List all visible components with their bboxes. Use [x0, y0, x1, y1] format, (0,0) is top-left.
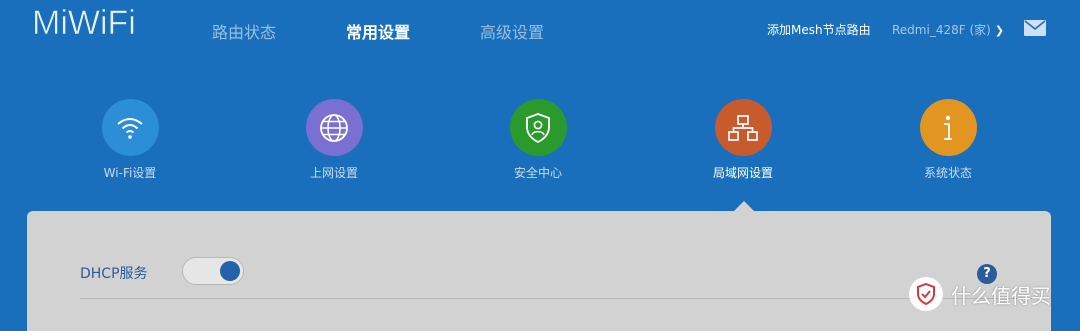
mail-icon[interactable]	[1024, 19, 1046, 37]
chevron-down-icon: ❯	[994, 24, 1005, 37]
module-lan-settings[interactable]: 局域网设置	[683, 99, 803, 181]
divider	[80, 298, 1051, 299]
toggle-knob	[220, 261, 240, 281]
module-label: 上网设置	[309, 166, 358, 180]
dhcp-toggle[interactable]	[182, 257, 244, 285]
tab-router-status[interactable]: 路由状态	[212, 19, 276, 43]
tab-common-settings[interactable]: 常用设置	[346, 19, 410, 43]
add-mesh-node-link[interactable]: 添加Mesh节点路由	[767, 21, 871, 38]
module-label: 局域网设置	[712, 166, 773, 180]
module-wifi-settings[interactable]: Wi-Fi设置	[70, 99, 190, 181]
module-label: 安全中心	[513, 166, 562, 180]
globe-icon	[305, 99, 363, 156]
smzdm-logo-icon	[909, 277, 943, 311]
module-internet-settings[interactable]: 上网设置	[274, 99, 394, 181]
watermark-text: 什么值得买	[951, 283, 1051, 308]
tab-advanced-settings[interactable]: 高级设置	[480, 19, 544, 43]
watermark: 什么值得买	[909, 276, 1051, 312]
miwifi-logo: MiWiFi	[32, 4, 136, 42]
router-name: Redmi_428F (家)	[892, 23, 991, 37]
module-system-status[interactable]: 系统状态	[888, 99, 1008, 181]
wifi-icon	[101, 99, 159, 156]
module-security-center[interactable]: 安全中心	[478, 99, 598, 181]
shield-user-icon	[509, 99, 567, 156]
dhcp-service-label: DHCP服务	[80, 266, 148, 282]
lan-settings-panel: DHCP服务 ?	[27, 211, 1051, 331]
module-label: Wi-Fi设置	[103, 166, 157, 180]
module-label: 系统状态	[923, 166, 972, 180]
info-icon	[919, 99, 977, 156]
network-icon	[714, 99, 772, 156]
router-selector[interactable]: Redmi_428F (家) ❯	[892, 21, 1004, 38]
active-module-pointer	[734, 201, 754, 211]
